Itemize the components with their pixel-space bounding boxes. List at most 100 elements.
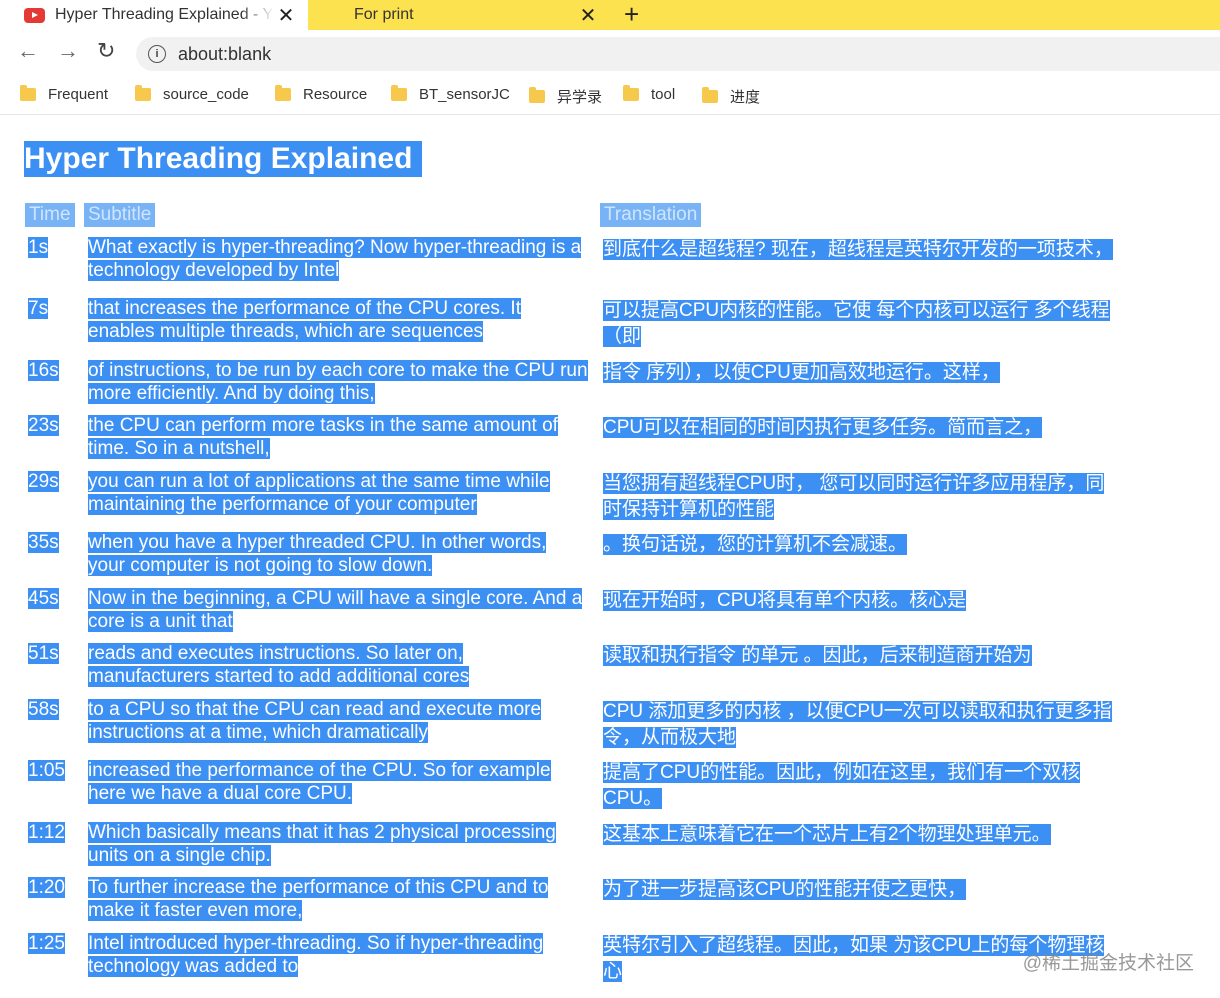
row-time: 45s bbox=[28, 587, 72, 610]
row-subtitle: Which basically means that it has 2 phys… bbox=[88, 821, 588, 867]
row-translation: CPU可以在相同的时间内执行更多任务。简而言之， bbox=[603, 415, 1113, 441]
row-time-text: 1s bbox=[28, 237, 49, 258]
row-translation-text: 现在开始时，CPU将具有单个内核。核心是 bbox=[603, 590, 967, 611]
row-translation: 这基本上意味着它在一个芯片上有2个物理处理单元。 bbox=[603, 822, 1113, 848]
row-time-text: 35s bbox=[28, 532, 59, 553]
row-subtitle-text: To further increase the performance of t… bbox=[88, 877, 549, 921]
row-translation-text: CPU 添加更多的内核 ，以便CPU一次可以读取和执行更多指令，从而极大地 bbox=[603, 701, 1112, 748]
tab-title: Hyper Threading Explained - Y bbox=[55, 6, 274, 23]
row-subtitle: What exactly is hyper-threading? Now hyp… bbox=[88, 236, 588, 282]
row-subtitle-text: of instructions, to be run by each core … bbox=[88, 360, 588, 404]
row-time-text: 23s bbox=[28, 415, 59, 436]
row-subtitle: Intel introduced hyper-threading. So if … bbox=[88, 932, 588, 978]
row-translation-text: 读取和执行指令 的单元 。因此，后来制造商开始为 bbox=[603, 645, 1032, 666]
row-translation: 当您拥有超线程CPU时， 您可以同时运行许多应用程序，同时保持计算机的性能 bbox=[603, 471, 1113, 523]
page-title: Hyper Threading Explained bbox=[24, 141, 423, 177]
address-bar[interactable]: i about:blank bbox=[136, 37, 1220, 71]
row-translation: 为了进一步提高该CPU的性能并使之更快， bbox=[603, 877, 1113, 903]
row-translation-text: 。换句话说，您的计算机不会减速。 bbox=[603, 534, 908, 555]
row-time: 1:20 bbox=[28, 876, 72, 899]
row-time-text: 58s bbox=[28, 699, 59, 720]
row-subtitle-text: the CPU can perform more tasks in the sa… bbox=[88, 415, 558, 459]
folder-icon bbox=[623, 85, 639, 101]
folder-icon bbox=[702, 87, 718, 103]
bookmark-resource[interactable]: Resource bbox=[275, 85, 367, 103]
row-time-text: 1:12 bbox=[28, 822, 65, 843]
row-subtitle: the CPU can perform more tasks in the sa… bbox=[88, 414, 588, 460]
reload-icon[interactable]: ↻ bbox=[97, 38, 115, 64]
row-subtitle-text: reads and executes instructions. So late… bbox=[88, 643, 470, 687]
row-translation-text: 指令 序列），以使CPU更加高效地运行。这样， bbox=[603, 362, 1000, 383]
folder-icon bbox=[529, 87, 545, 103]
row-subtitle-text: increased the performance of the CPU. So… bbox=[88, 760, 551, 804]
url-text[interactable]: about:blank bbox=[178, 44, 271, 65]
back-arrow-icon[interactable]: ← bbox=[17, 38, 39, 64]
row-subtitle: increased the performance of the CPU. So… bbox=[88, 759, 588, 805]
row-time-text: 16s bbox=[28, 360, 59, 381]
watermark: @稀土掘金技术社区 bbox=[1022, 953, 1194, 974]
row-time-text: 1:20 bbox=[28, 877, 65, 898]
row-time-text: 7s bbox=[28, 298, 49, 319]
close-icon[interactable]: ✕ bbox=[274, 3, 298, 28]
tab-hyper-threading[interactable]: Hyper Threading Explained - Y ✕ bbox=[0, 0, 308, 30]
row-translation: 到底什么是超线程? 现在，超线程是英特尔开发的一项技术， bbox=[603, 237, 1113, 263]
bookmark-progress[interactable]: 进度 bbox=[702, 86, 760, 107]
forward-arrow-icon[interactable]: → bbox=[57, 38, 79, 64]
row-time-text: 51s bbox=[28, 643, 59, 664]
info-icon[interactable]: i bbox=[148, 45, 166, 63]
row-translation: CPU 添加更多的内核 ，以便CPU一次可以读取和执行更多指令，从而极大地 bbox=[603, 699, 1113, 751]
folder-icon bbox=[275, 85, 291, 101]
row-time: 16s bbox=[28, 359, 72, 382]
row-translation-text: 当您拥有超线程CPU时， 您可以同时运行许多应用程序，同时保持计算机的性能 bbox=[603, 473, 1105, 520]
row-subtitle: of instructions, to be run by each core … bbox=[88, 359, 588, 405]
row-subtitle-text: you can run a lot of applications at the… bbox=[88, 471, 550, 515]
bookmark-yixuelu[interactable]: 异学录 bbox=[529, 86, 602, 107]
row-translation: 提高了CPU的性能。因此，例如在这里，我们有一个双核CPU。 bbox=[603, 760, 1113, 812]
new-tab-button[interactable]: + bbox=[624, 0, 639, 30]
close-icon[interactable]: ✕ bbox=[576, 3, 600, 28]
row-subtitle-text: Which basically means that it has 2 phys… bbox=[88, 822, 556, 866]
row-subtitle: when you have a hyper threaded CPU. In o… bbox=[88, 531, 588, 577]
row-translation-text: 到底什么是超线程? 现在，超线程是英特尔开发的一项技术， bbox=[603, 239, 1113, 260]
row-translation: 。换句话说，您的计算机不会减速。 bbox=[603, 532, 1113, 558]
row-subtitle: that increases the performance of the CP… bbox=[88, 297, 588, 343]
row-subtitle: Now in the beginning, a CPU will have a … bbox=[88, 587, 588, 633]
bookmark-bt-sensorjc[interactable]: BT_sensorJC bbox=[391, 85, 510, 103]
row-time-text: 1:25 bbox=[28, 933, 65, 954]
navigation-bar: ← → ↻ i about:blank bbox=[0, 30, 1220, 76]
header-translation: Translation bbox=[600, 203, 702, 227]
row-translation-text: 提高了CPU的性能。因此，例如在这里，我们有一个双核CPU。 bbox=[603, 762, 1081, 809]
row-time-text: 29s bbox=[28, 471, 59, 492]
row-time: 23s bbox=[28, 414, 72, 437]
row-subtitle-text: Intel introduced hyper-threading. So if … bbox=[88, 933, 544, 977]
row-time: 1:12 bbox=[28, 821, 72, 844]
row-subtitle: To further increase the performance of t… bbox=[88, 876, 588, 922]
row-time: 58s bbox=[28, 698, 72, 721]
bookmark-tool[interactable]: tool bbox=[623, 85, 675, 103]
youtube-icon bbox=[24, 7, 45, 23]
row-time: 1s bbox=[28, 236, 72, 259]
tab-title: For print bbox=[354, 6, 414, 23]
bookmark-frequent[interactable]: Frequent bbox=[20, 85, 108, 103]
row-translation-text: 这基本上意味着它在一个芯片上有2个物理处理单元。 bbox=[603, 824, 1051, 845]
row-subtitle: reads and executes instructions. So late… bbox=[88, 642, 588, 688]
row-time-text: 1:05 bbox=[28, 760, 65, 781]
row-translation: 指令 序列），以使CPU更加高效地运行。这样， bbox=[603, 360, 1113, 386]
row-translation: 可以提高CPU内核的性能。它使 每个内核可以运行 多个线程（即 bbox=[603, 298, 1113, 350]
folder-icon bbox=[135, 85, 151, 101]
bookmarks-bar: Frequent source_code Resource BT_sensorJ… bbox=[0, 76, 1220, 115]
row-translation: 现在开始时，CPU将具有单个内核。核心是 bbox=[603, 588, 1113, 614]
bookmark-source-code[interactable]: source_code bbox=[135, 85, 249, 103]
tab-for-print[interactable]: For print ✕ bbox=[308, 0, 610, 30]
header-time: Time bbox=[25, 203, 75, 227]
row-subtitle-text: that increases the performance of the CP… bbox=[88, 298, 521, 342]
header-subtitle: Subtitle bbox=[84, 203, 156, 227]
row-subtitle-text: What exactly is hyper-threading? Now hyp… bbox=[88, 237, 582, 281]
row-subtitle: you can run a lot of applications at the… bbox=[88, 470, 588, 516]
row-time: 1:05 bbox=[28, 759, 72, 782]
row-time: 7s bbox=[28, 297, 72, 320]
folder-icon bbox=[20, 85, 36, 101]
row-subtitle: to a CPU so that the CPU can read and ex… bbox=[88, 698, 588, 744]
folder-icon bbox=[391, 85, 407, 101]
row-subtitle-text: Now in the beginning, a CPU will have a … bbox=[88, 588, 583, 632]
